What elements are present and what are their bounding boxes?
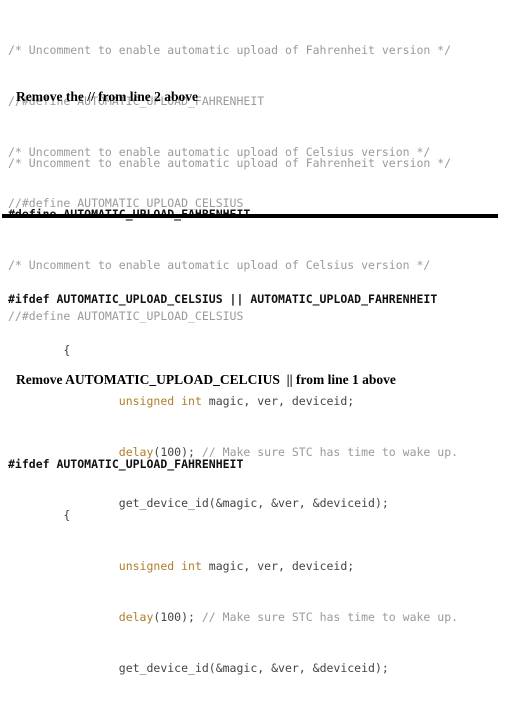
variable-declaration: magic, ver, deviceid; [201,394,355,408]
code-line: delay(100); // Make sure STC has time to… [0,609,506,626]
code-line: #ifdef AUTOMATIC_UPLOAD_CELSIUS || AUTOM… [0,291,506,308]
open-brace: { [63,508,71,522]
code-line: { [0,342,506,359]
get-device-id-call: get_device_id(&magic, &ver, &deviceid); [118,661,389,675]
code-line: /* Uncomment to enable automatic upload … [0,155,506,172]
code-line: unsigned int magic, ver, deviceid; [0,558,506,575]
type-keyword: unsigned int [118,394,202,408]
comment-text: /* Uncomment to enable automatic upload … [8,156,452,170]
variable-declaration: magic, ver, deviceid; [201,559,355,573]
document-page: /* Uncomment to enable automatic upload … [0,0,506,675]
ifdef-directive: #ifdef AUTOMATIC_UPLOAD_CELSIUS || AUTOM… [8,292,438,306]
open-brace: { [63,343,71,357]
code-line: { [0,507,506,524]
inline-comment: // Make sure STC has time to wake up. [201,610,459,624]
code-line: unsigned int magic, ver, deviceid; [0,393,506,410]
delay-arguments: (100); [153,610,202,624]
instruction-remove-slashes: Remove the // from line 2 above [16,89,198,104]
comment-text: /* Uncomment to enable automatic upload … [8,43,452,57]
code-line: get_device_id(&magic, &ver, &deviceid); [0,660,506,677]
instruction-remove-celcius: Remove AUTOMATIC_UPLOAD_CELCIUS || from … [16,372,396,387]
code-line: #ifdef AUTOMATIC_UPLOAD_FAHRENHEIT [0,456,506,473]
ifdef-directive: #ifdef AUTOMATIC_UPLOAD_FAHRENHEIT [8,457,244,471]
delay-function: delay [118,610,154,624]
type-keyword: unsigned int [118,559,202,573]
code-block-ifdef-fahrenheit: #ifdef AUTOMATIC_UPLOAD_FAHRENHEIT { uns… [0,422,506,711]
section-divider [0,214,502,218]
divider-bar [2,214,498,218]
code-line: /* Uncomment to enable automatic upload … [0,42,506,59]
